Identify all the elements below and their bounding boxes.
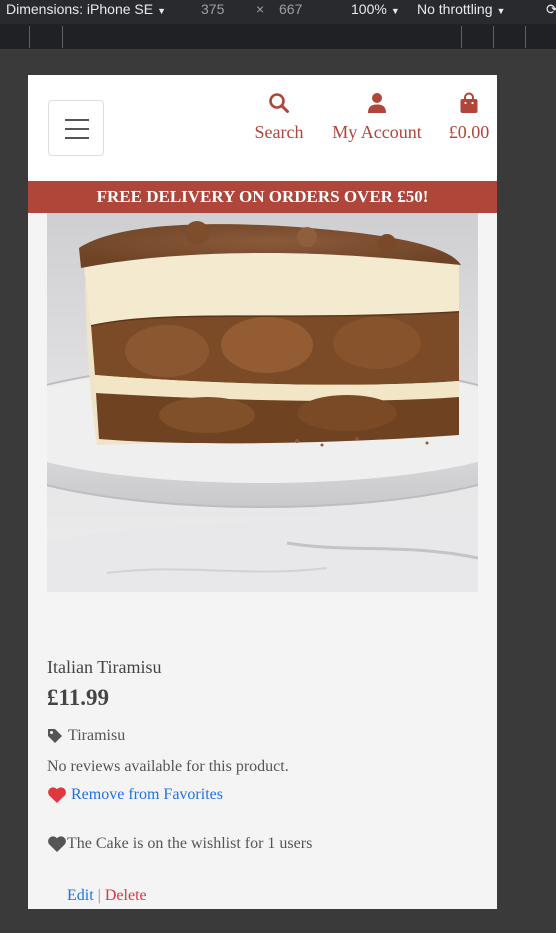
- chevron-down-icon: ▼: [496, 6, 506, 16]
- separator: |: [97, 887, 101, 904]
- wishlist-count: The Cake is on the wishlist for 1 users: [47, 835, 312, 853]
- throttling-selector[interactable]: No throttling ▼: [417, 0, 505, 20]
- site-header: Search My Account £0.00: [28, 75, 497, 181]
- product-category[interactable]: Tiramisu: [47, 727, 125, 745]
- heart-icon: [48, 787, 66, 803]
- product-image: [47, 213, 478, 592]
- heart-icon: [48, 836, 66, 852]
- nav-search-label: Search: [254, 122, 304, 142]
- user-icon: [324, 92, 430, 116]
- devtools-ruler: [0, 24, 556, 50]
- promo-banner: FREE DELIVERY ON ORDERS OVER £50!: [28, 181, 497, 213]
- product-price: £11.99: [47, 685, 109, 710]
- hamburger-bar: [65, 128, 89, 130]
- edit-link[interactable]: Edit: [67, 887, 94, 904]
- menu-toggle-button[interactable]: [48, 100, 104, 156]
- nav-my-account-label: My Account: [332, 122, 422, 142]
- product-name: Italian Tiramisu: [47, 657, 162, 677]
- tag-icon: [48, 729, 62, 743]
- nav-search[interactable]: Search: [250, 92, 308, 143]
- category-label: Tiramisu: [68, 727, 126, 744]
- nav-cart[interactable]: £0.00: [444, 92, 494, 143]
- height-input[interactable]: 667: [279, 0, 302, 18]
- rotate-icon[interactable]: ⟳: [546, 0, 556, 18]
- width-input[interactable]: 375: [201, 0, 224, 18]
- times-label: ×: [256, 1, 265, 17]
- delete-link[interactable]: Delete: [105, 887, 147, 904]
- remove-from-favorites-link[interactable]: Remove from Favorites: [47, 786, 223, 804]
- reviews-status: No reviews available for this product.: [47, 758, 289, 775]
- wishlist-text: The Cake is on the wishlist for 1 users: [67, 835, 313, 852]
- admin-actions: Edit | Delete: [67, 887, 147, 905]
- nav-my-account[interactable]: My Account: [324, 92, 430, 143]
- chevron-down-icon: ▼: [390, 6, 400, 16]
- nav-cart-total: £0.00: [448, 122, 490, 142]
- shopping-bag-icon: [444, 92, 494, 116]
- device-selector[interactable]: Dimensions: iPhone SE ▼: [6, 0, 166, 20]
- hamburger-icon: [65, 119, 89, 121]
- device-viewport: Search My Account £0.00 FREE DELIVERY ON…: [28, 75, 497, 909]
- search-icon: [250, 92, 308, 116]
- remove-from-favorites-label: Remove from Favorites: [71, 786, 223, 803]
- chevron-down-icon: ▼: [157, 6, 166, 16]
- hamburger-bar: [65, 137, 89, 139]
- zoom-selector[interactable]: 100% ▼: [351, 0, 400, 20]
- devtools-toolbar: Dimensions: iPhone SE ▼ 375 × 667 100% ▼ N…: [0, 0, 556, 24]
